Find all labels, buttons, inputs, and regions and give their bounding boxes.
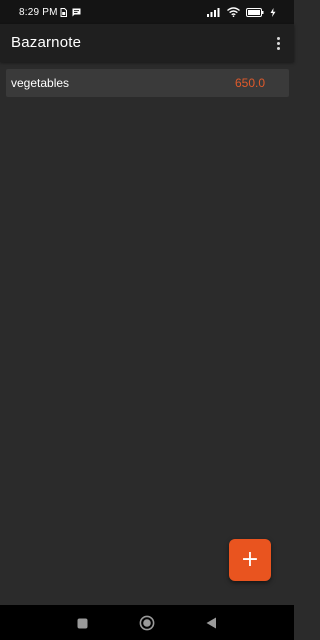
status-bar: 8:29 PM [0,0,294,24]
item-name: vegetables [11,76,70,90]
message-icon [72,8,81,20]
add-item-button[interactable]: + [229,539,271,581]
battery-icon [246,7,264,20]
status-left-icons [60,8,81,20]
recents-square-icon[interactable] [72,613,92,633]
navigation-bar [0,605,294,640]
app-title: Bazarnote [11,34,82,51]
status-time: 8:29 PM [19,7,58,18]
list-item[interactable]: vegetables 650.0 [6,69,289,97]
status-right-icons [207,7,276,20]
back-triangle-icon[interactable] [201,613,221,633]
item-amount: 650.0 [234,76,265,90]
sim-card-icon [60,8,67,20]
signal-icon [207,7,221,20]
charging-icon [270,7,276,20]
item-list: vegetables 650.0 [6,69,289,97]
home-circle-icon[interactable] [137,613,157,633]
wifi-icon [227,7,240,20]
app-bar: Bazarnote [0,24,294,62]
plus-icon: + [240,547,260,572]
more-vertical-icon[interactable] [272,32,284,54]
screen: 8:29 PM Bazarnote vegetables 650.0 + [0,0,294,640]
